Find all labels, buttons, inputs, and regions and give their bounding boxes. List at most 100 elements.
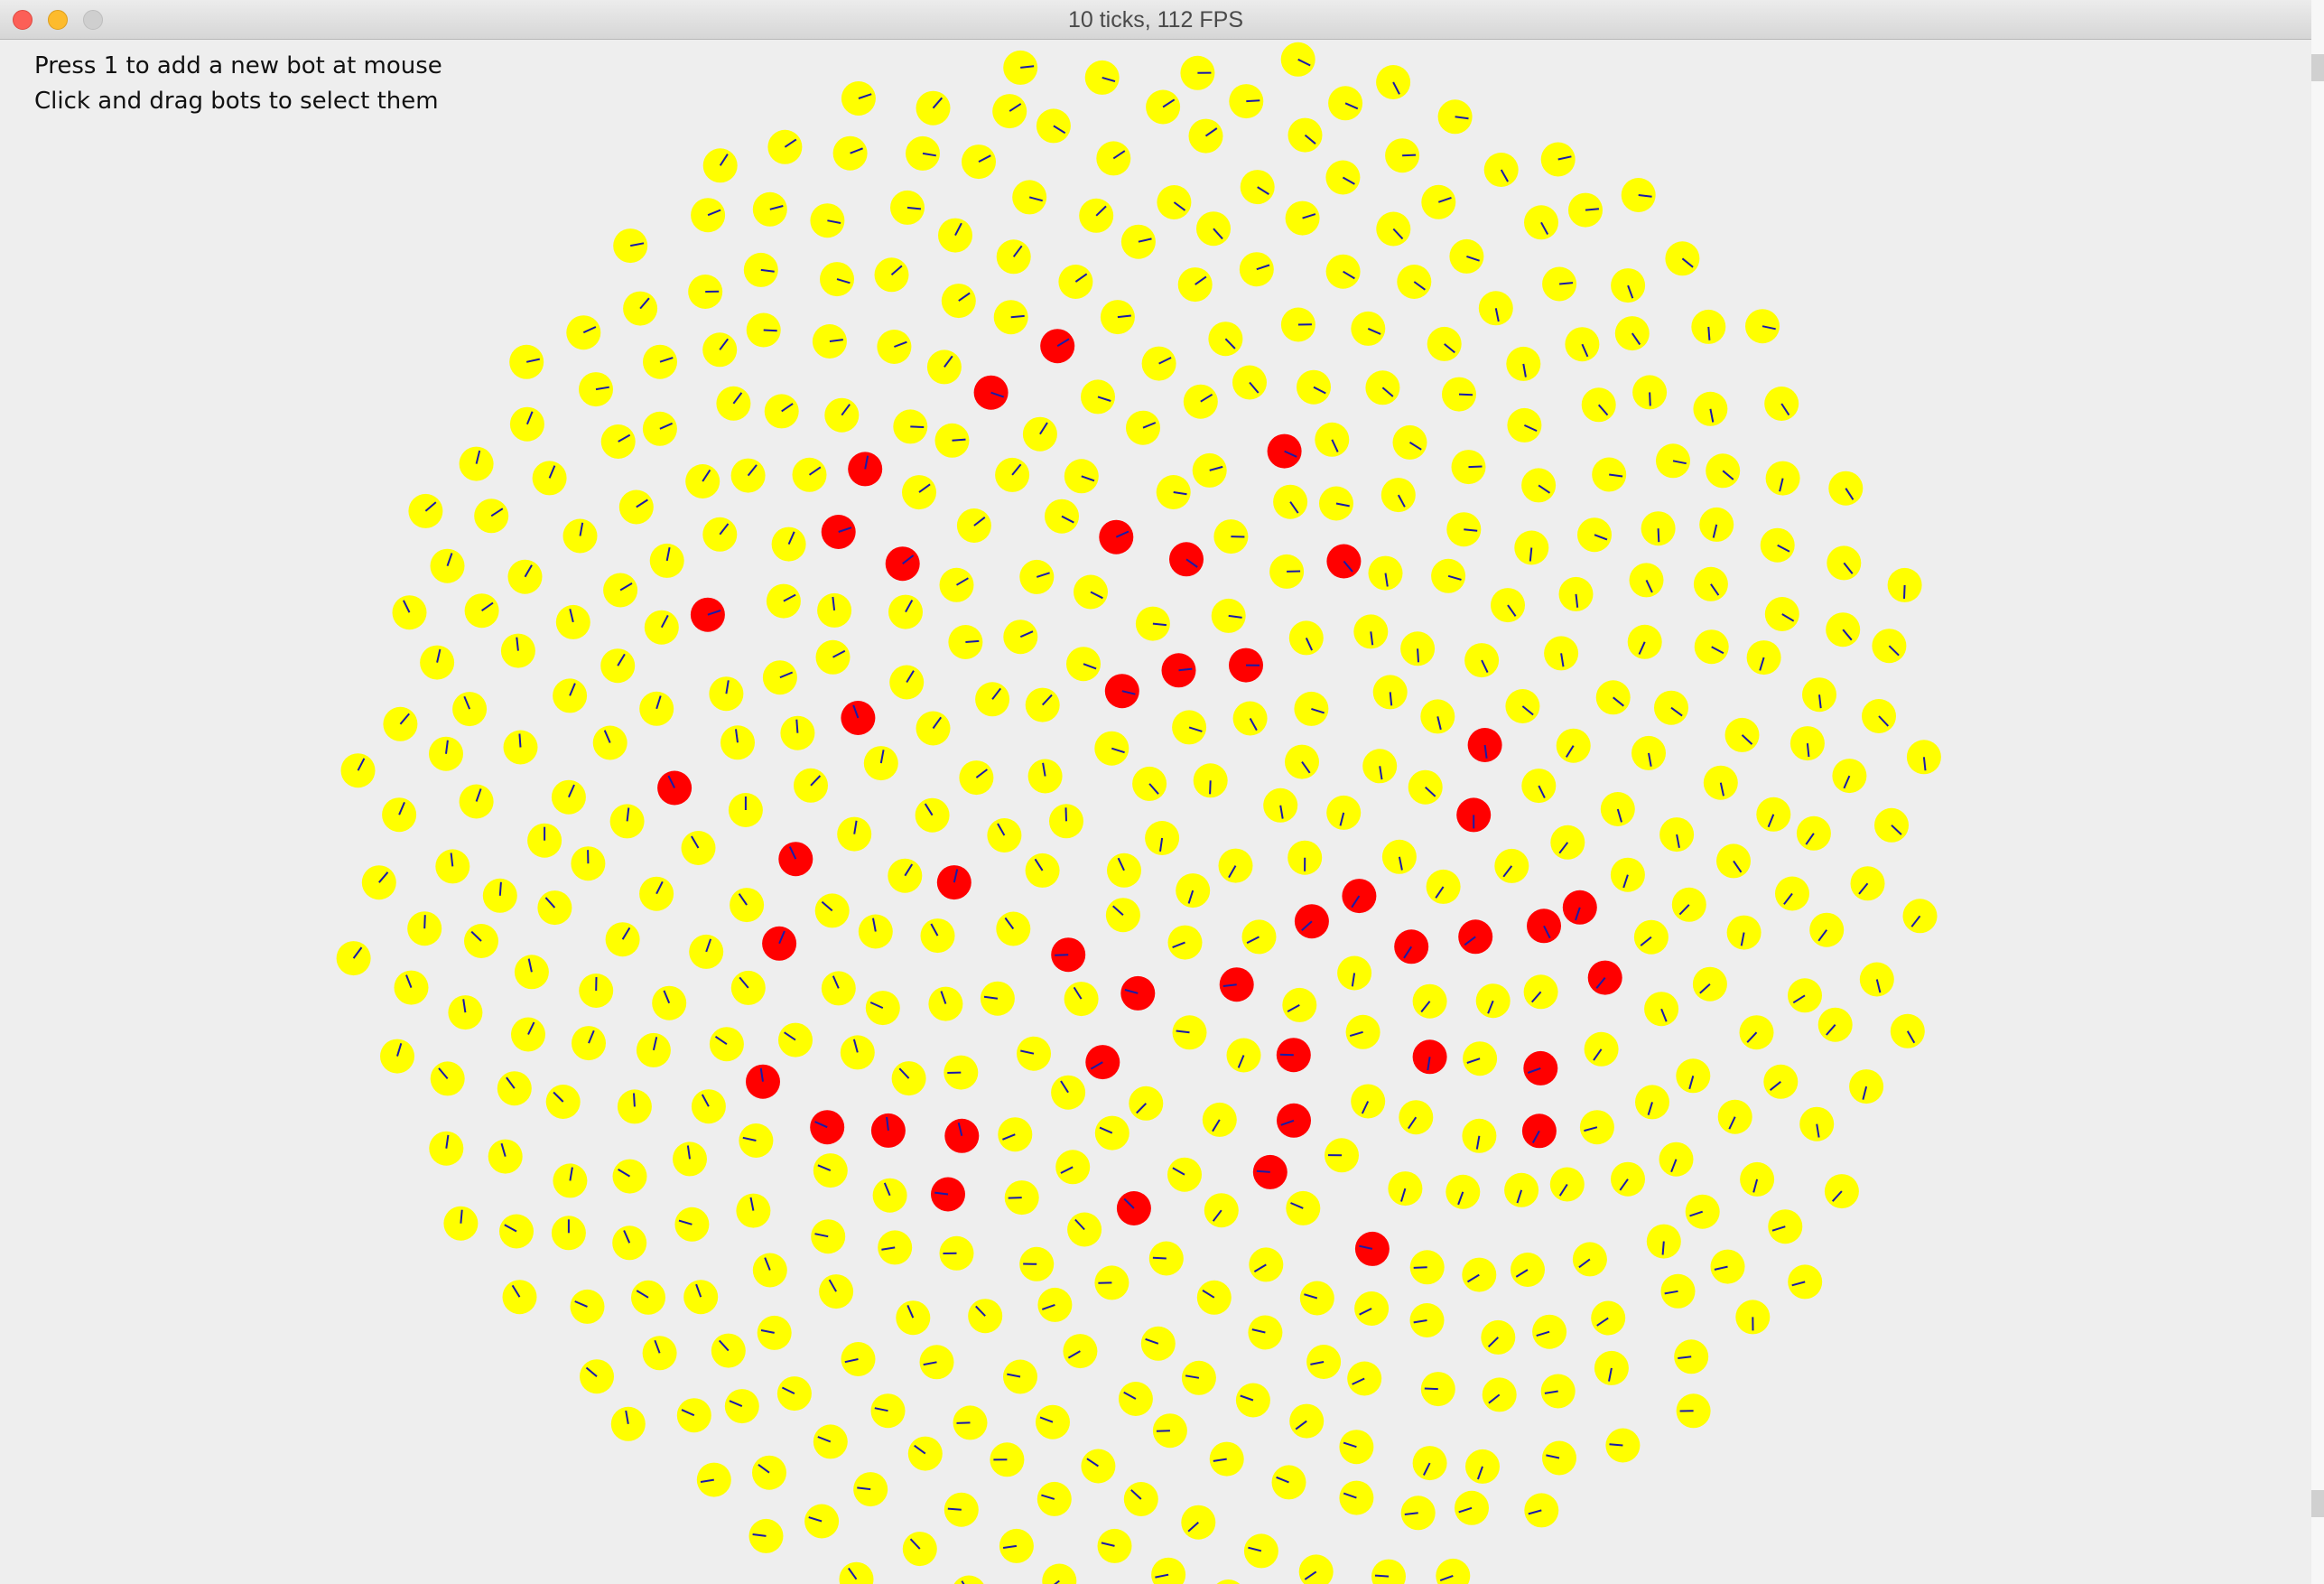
bot[interactable] (804, 1504, 840, 1539)
bot[interactable] (1521, 468, 1557, 503)
bot[interactable] (920, 918, 955, 954)
bot[interactable] (1632, 375, 1668, 410)
bot[interactable] (1288, 620, 1324, 656)
bot[interactable] (553, 1163, 588, 1198)
bot[interactable] (1067, 1212, 1102, 1247)
bot[interactable] (464, 924, 498, 958)
bot[interactable] (1037, 1481, 1072, 1516)
bot[interactable] (1074, 574, 1108, 610)
bot[interactable] (743, 252, 778, 287)
bot[interactable] (1003, 50, 1038, 85)
bot[interactable] (995, 457, 1030, 492)
bot[interactable] (1388, 1171, 1423, 1207)
bot[interactable] (1906, 740, 1941, 775)
bot[interactable] (1549, 1167, 1585, 1202)
bot[interactable] (1627, 624, 1662, 659)
bot[interactable] (1362, 749, 1398, 784)
bot[interactable] (551, 1216, 586, 1251)
bot[interactable] (1426, 869, 1461, 904)
bot[interactable] (1703, 765, 1738, 800)
bot[interactable] (623, 291, 658, 326)
bot[interactable] (1146, 89, 1181, 125)
bot[interactable] (1297, 369, 1331, 405)
bot[interactable] (1351, 311, 1386, 346)
bot[interactable] (380, 1039, 414, 1074)
bot[interactable] (1427, 326, 1462, 361)
bot[interactable] (1306, 1345, 1342, 1379)
bot[interactable] (1081, 1449, 1116, 1484)
bot[interactable] (724, 1389, 759, 1424)
bot[interactable] (1003, 620, 1038, 655)
bot[interactable] (939, 567, 974, 602)
bot[interactable] (1325, 160, 1361, 195)
bot[interactable] (1271, 1465, 1306, 1500)
bot[interactable] (1353, 614, 1389, 649)
bot[interactable] (1462, 1118, 1497, 1153)
bot[interactable] (1400, 631, 1436, 666)
bot[interactable] (1644, 992, 1679, 1027)
bot[interactable] (1674, 1339, 1709, 1374)
bot[interactable] (1826, 612, 1861, 648)
bot[interactable] (1775, 876, 1809, 911)
bot-selected[interactable] (1587, 960, 1622, 995)
bot[interactable] (532, 461, 567, 496)
bot[interactable] (1595, 680, 1631, 715)
bot[interactable] (488, 1139, 523, 1174)
bot[interactable] (1280, 307, 1315, 342)
bot[interactable] (420, 645, 455, 680)
bot[interactable] (1094, 1115, 1129, 1151)
bot[interactable] (1849, 1069, 1884, 1104)
bot[interactable] (934, 423, 970, 458)
bot[interactable] (1824, 1174, 1859, 1209)
bot-selected[interactable] (1467, 728, 1502, 762)
bot[interactable] (1706, 453, 1741, 489)
bot[interactable] (681, 831, 716, 865)
bot[interactable] (720, 725, 755, 760)
bot[interactable] (631, 1280, 665, 1315)
bot[interactable] (907, 1436, 943, 1471)
bot[interactable] (1890, 1013, 1925, 1048)
bot[interactable] (1614, 316, 1650, 351)
bot[interactable] (1504, 1172, 1539, 1207)
bot[interactable] (1012, 180, 1047, 215)
bot[interactable] (1319, 486, 1353, 521)
bot-selected[interactable] (1051, 937, 1086, 973)
bot[interactable] (336, 941, 371, 976)
bot-selected[interactable] (657, 770, 693, 806)
bot[interactable] (1463, 1041, 1498, 1076)
bot[interactable] (1902, 899, 1938, 934)
bot[interactable] (1294, 691, 1329, 726)
bot[interactable] (1507, 407, 1542, 443)
bot[interactable] (555, 604, 590, 639)
bot-selected[interactable] (1342, 879, 1377, 914)
bot[interactable] (1724, 717, 1760, 752)
bot[interactable] (1263, 787, 1298, 823)
bot[interactable] (1817, 1007, 1853, 1042)
bot-selected[interactable] (936, 865, 971, 900)
bot[interactable] (618, 489, 654, 525)
bot[interactable] (1494, 848, 1529, 883)
bot[interactable] (1100, 300, 1135, 335)
bot[interactable] (514, 955, 549, 990)
bot[interactable] (817, 592, 852, 628)
bot[interactable] (975, 682, 1010, 717)
bot[interactable] (890, 190, 925, 225)
bot[interactable] (1481, 1319, 1516, 1355)
bot[interactable] (956, 508, 991, 543)
bot[interactable] (1832, 759, 1867, 794)
bot[interactable] (1188, 118, 1223, 154)
bot[interactable] (1064, 459, 1099, 494)
bot[interactable] (824, 397, 860, 433)
bot[interactable] (1431, 558, 1466, 593)
bot[interactable] (821, 971, 856, 1006)
bot[interactable] (600, 424, 636, 459)
bot[interactable] (752, 191, 787, 227)
bot[interactable] (509, 406, 544, 442)
bot[interactable] (683, 1280, 719, 1315)
bot[interactable] (503, 730, 538, 765)
bot[interactable] (778, 1022, 813, 1058)
bot-selected[interactable] (778, 842, 813, 877)
bot[interactable] (617, 1089, 652, 1124)
bot[interactable] (1768, 1209, 1803, 1244)
bot[interactable] (1521, 769, 1557, 804)
